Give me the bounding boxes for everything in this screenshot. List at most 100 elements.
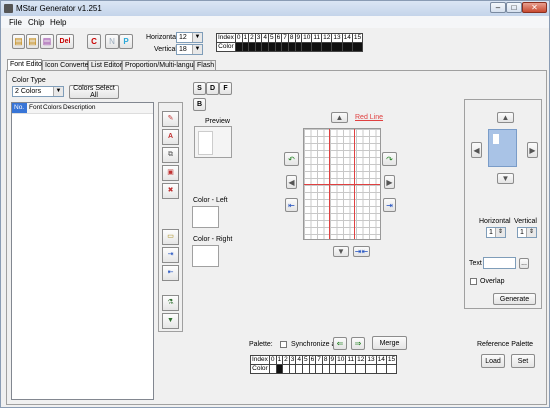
horizontal-spinner[interactable]: 1 ⇕ (486, 227, 506, 238)
palette-color-cell-13[interactable] (365, 364, 377, 374)
top-color-cell-9[interactable] (294, 42, 303, 52)
top-color-cell-4[interactable] (261, 42, 270, 52)
menu-help[interactable]: Help (50, 18, 66, 27)
p-button[interactable]: P (119, 34, 133, 49)
glyph-mark (493, 134, 499, 144)
flip-left-button[interactable]: ⇤ (285, 198, 298, 212)
top-color-cell-5[interactable] (268, 42, 276, 52)
delete-glyph-icon: ✖ (167, 187, 174, 194)
synchronize-checkbox[interactable] (280, 341, 287, 348)
palette-export-button[interactable]: ⇒ (351, 337, 365, 350)
shift-left-button[interactable]: ◀ (286, 175, 297, 189)
width-adjust-button[interactable]: ⇥⇤ (353, 246, 370, 257)
text-input[interactable] (483, 257, 516, 269)
red-line-link[interactable]: Red Line (355, 114, 383, 121)
preview-right-button[interactable]: ▶ (527, 142, 538, 158)
column-font[interactable]: Font (29, 104, 42, 111)
palette-color-cell-11[interactable] (345, 364, 357, 374)
browse-button[interactable]: ... (519, 258, 529, 269)
top-color-cell-11[interactable] (311, 42, 323, 52)
menu-chip[interactable]: Chip (28, 18, 44, 27)
top-color-cell-8[interactable] (287, 42, 296, 52)
brush-button[interactable]: ✎ (162, 111, 179, 127)
open-file-button[interactable]: ▤ (26, 34, 39, 49)
top-color-cell-2[interactable] (248, 42, 256, 52)
top-color-cell-12[interactable] (321, 42, 333, 52)
top-color-cell-6[interactable] (274, 42, 283, 52)
column-no[interactable]: No. (12, 103, 27, 113)
palette-color-cell-6[interactable] (308, 364, 317, 374)
shift-down-button[interactable]: ▼ (333, 246, 349, 257)
palette-color-cell-15[interactable] (385, 364, 398, 374)
minimize-button[interactable]: – (490, 2, 506, 13)
palette-color-cell-2[interactable] (282, 364, 290, 374)
colors-select-all-button[interactable]: Colors Select All (69, 85, 119, 99)
top-color-cell-7[interactable] (281, 42, 289, 52)
delete-glyph-button[interactable]: ✖ (162, 183, 179, 199)
palette-color-cell-3[interactable] (288, 364, 297, 374)
top-color-cell-10[interactable] (301, 42, 313, 52)
mode-f-button[interactable]: F (219, 82, 232, 95)
rotate-left-button[interactable]: ↶ (284, 152, 299, 166)
overlap-checkbox[interactable] (470, 278, 477, 285)
paste-button[interactable]: ▣ (162, 165, 179, 181)
preview-down-button[interactable]: ▼ (497, 173, 514, 184)
palette-color-cell-0[interactable] (268, 364, 277, 374)
flip-right-button[interactable]: ⇥ (383, 198, 396, 212)
triangle-up-icon: ▲ (501, 113, 510, 122)
column-description[interactable]: Description (63, 104, 96, 111)
new-glyph-button[interactable]: ▭ (162, 229, 179, 245)
shift-right-button[interactable]: ▶ (384, 175, 395, 189)
column-colors[interactable]: Colors (43, 104, 62, 111)
insert-button[interactable]: ⇥ (162, 247, 179, 263)
mode-b-button[interactable]: B (193, 98, 206, 111)
top-color-cell-3[interactable] (254, 42, 263, 52)
top-color-cell-1[interactable] (241, 42, 250, 52)
top-color-cell-15[interactable] (351, 42, 364, 52)
palette-color-cell-12[interactable] (355, 364, 367, 374)
save-file-button[interactable]: ▤ (40, 34, 54, 49)
menu-file[interactable]: File (9, 18, 22, 27)
palette-color-cell-14[interactable] (375, 364, 387, 374)
set-button[interactable]: Set (511, 354, 535, 368)
merge-button[interactable]: Merge (372, 336, 407, 350)
preview-up-button[interactable]: ▲ (497, 112, 514, 123)
copy-button[interactable]: ⧉ (162, 147, 179, 163)
pixel-editor-grid[interactable] (303, 128, 381, 240)
vertical-spinner[interactable]: 1 ⇕ (517, 227, 537, 238)
palette-color-cell-8[interactable] (321, 364, 330, 374)
delete-button[interactable]: Del (56, 34, 74, 49)
top-color-cell-14[interactable] (341, 42, 353, 52)
palette-color-cell-9[interactable] (328, 364, 337, 374)
horizontal-select[interactable]: 12 ▼ (176, 32, 203, 43)
palette-color-cell-10[interactable] (335, 364, 347, 374)
close-button[interactable]: ✕ (522, 2, 547, 13)
preview-left-button[interactable]: ◀ (471, 142, 482, 158)
top-color-cell-13[interactable] (331, 42, 343, 52)
new-file-button[interactable]: ▤ (12, 34, 25, 49)
mode-s-button[interactable]: S (193, 82, 206, 95)
rotate-right-button[interactable]: ↷ (382, 152, 397, 166)
top-color-cell-0[interactable] (234, 42, 243, 52)
color-type-select[interactable]: 2 Colors ▼ (12, 86, 64, 97)
generate-button[interactable]: Generate (493, 293, 536, 305)
color-right-swatch[interactable] (192, 245, 219, 267)
mode-d-button[interactable]: D (206, 82, 219, 95)
pin-button[interactable]: ▼ (162, 313, 179, 329)
palette-color-cell-7[interactable] (315, 364, 323, 374)
flask-button[interactable]: ⚗ (162, 295, 179, 311)
load-button[interactable]: Load (481, 354, 505, 368)
palette-color-cell-5[interactable] (302, 364, 310, 374)
palette-import-button[interactable]: ⇐ (333, 337, 347, 350)
remove-button[interactable]: ⇤ (162, 265, 179, 281)
n-button[interactable]: N (105, 34, 119, 49)
palette-color-cell-1[interactable] (275, 364, 284, 374)
maximize-button[interactable]: □ (506, 2, 522, 13)
font-list[interactable]: No. Font Colors Description (11, 102, 154, 400)
shift-up-button[interactable]: ▲ (331, 112, 348, 123)
c-button[interactable]: C (87, 34, 101, 49)
text-tool-button[interactable]: A (162, 129, 179, 145)
color-left-swatch[interactable] (192, 206, 219, 228)
palette-color-cell-4[interactable] (295, 364, 304, 374)
vertical-select[interactable]: 18 ▼ (176, 44, 203, 55)
